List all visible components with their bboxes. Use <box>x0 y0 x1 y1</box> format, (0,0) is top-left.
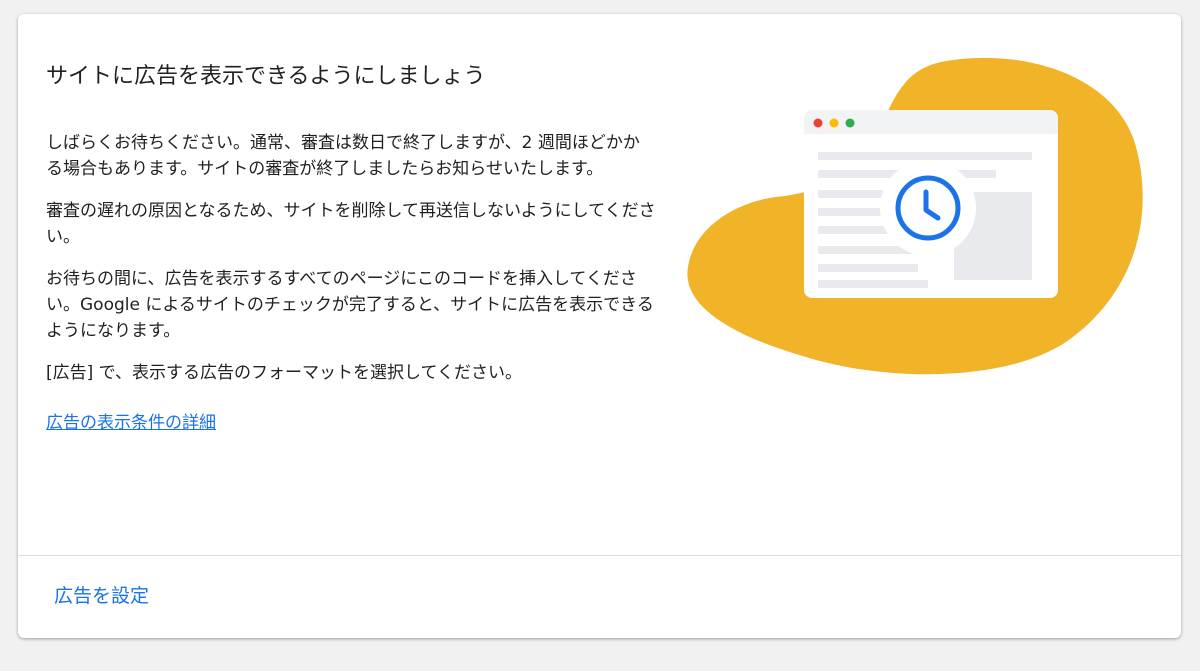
window-minimize-dot <box>829 118 839 128</box>
paragraph-insert-code: お待ちの間に、広告を表示するすべてのページにこのコードを挿入してください。Goo… <box>46 269 654 341</box>
window-maximize-dot <box>845 118 855 128</box>
paragraph-review-time: しばらくお待ちください。通常、審査は数日で終了しますが、2 週間ほどかかる場合も… <box>46 133 640 179</box>
set-up-ads-button[interactable]: 広告を設定 <box>54 582 149 610</box>
card-content: サイトに広告を表示できるようにしましょう しばらくお待ちください。通常、審査は数… <box>46 62 656 436</box>
window-close-dot <box>813 118 823 128</box>
clock-icon <box>880 160 976 256</box>
footer-divider <box>18 555 1181 556</box>
paragraph-do-not-resubmit: 審査の遅れの原因となるため、サイトを削除して再送信しないようにしてください。 <box>46 201 656 247</box>
review-status-card: サイトに広告を表示できるようにしましょう しばらくお待ちください。通常、審査は数… <box>18 14 1181 638</box>
ad-eligibility-details-link[interactable]: 広告の表示条件の詳細 <box>46 410 216 436</box>
paragraph-ad-format: [広告] で、表示する広告のフォーマットを選択してください。 <box>46 363 522 383</box>
site-review-illustration <box>687 57 1143 375</box>
card-title: サイトに広告を表示できるようにしましょう <box>46 64 486 89</box>
